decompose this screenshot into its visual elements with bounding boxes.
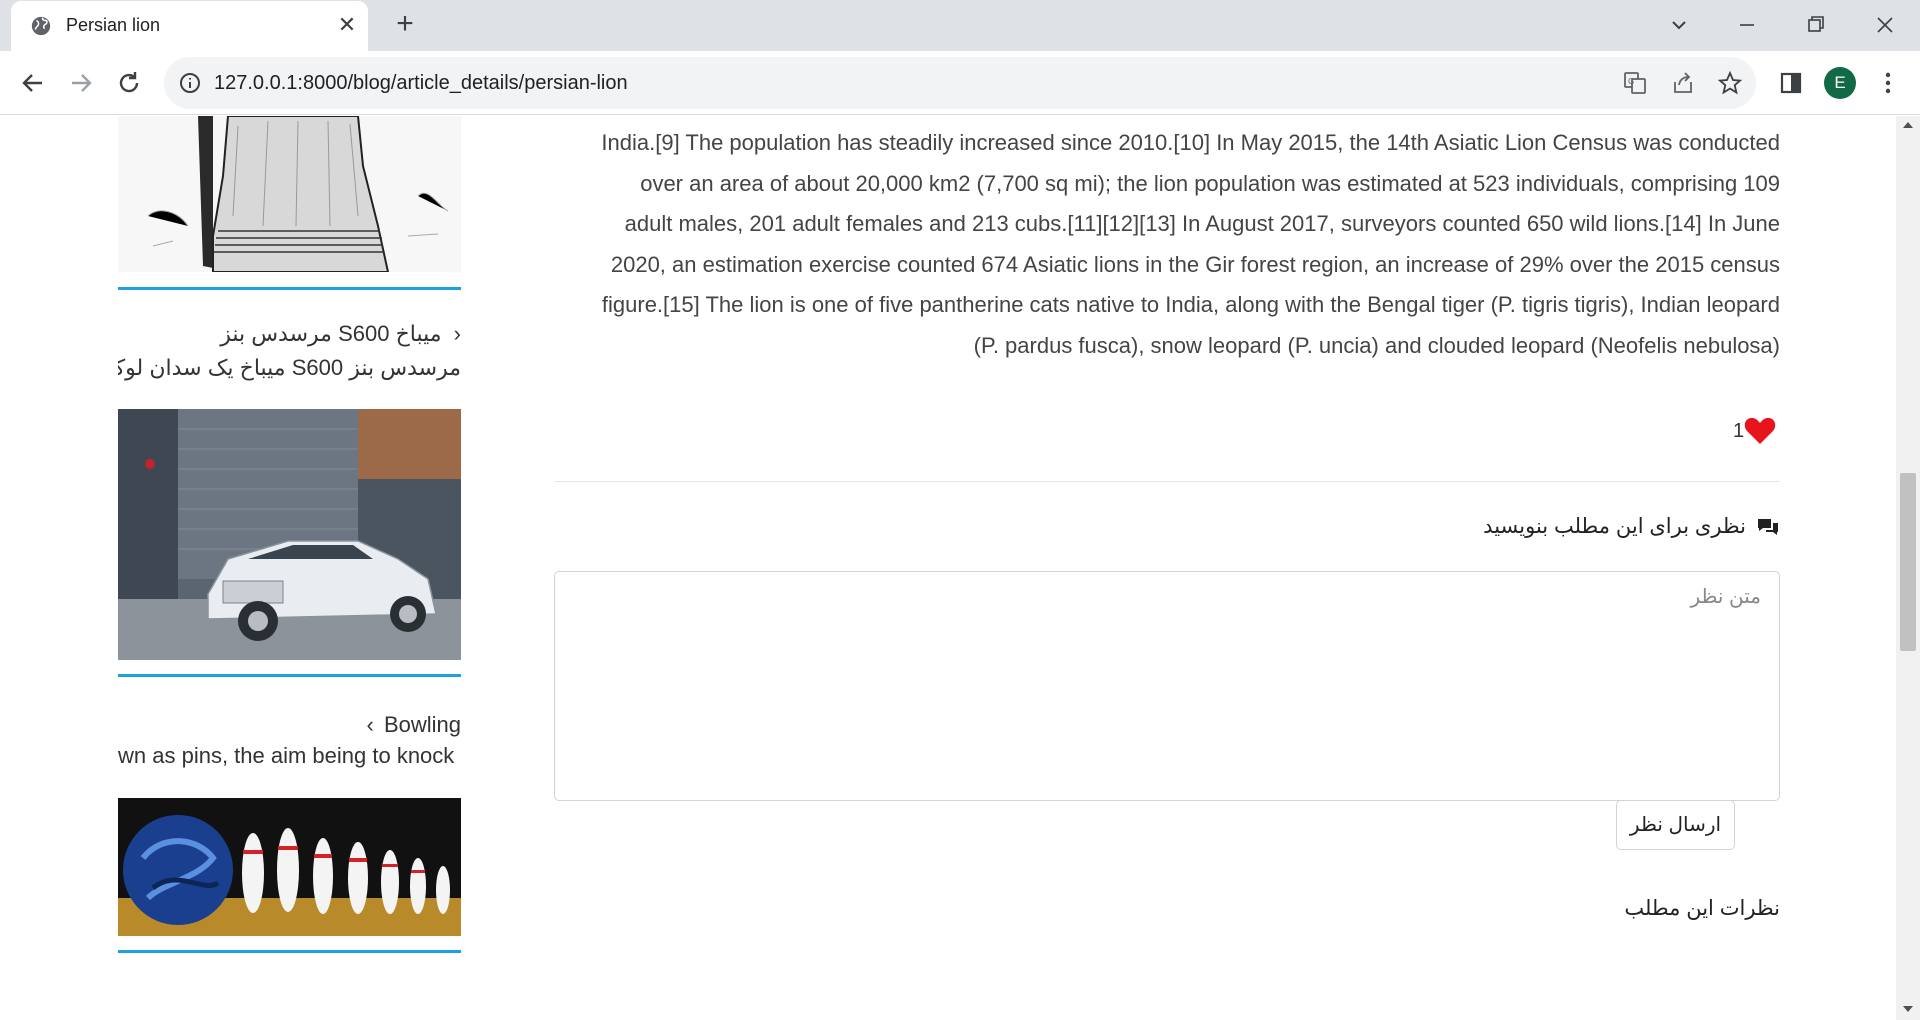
article-line: (P. pardus fusca), snow leopard (P. unci… xyxy=(973,332,1780,358)
lion-illustration-image[interactable] xyxy=(118,116,461,272)
browser-toolbar: 127.0.0.1:8000/blog/article_details/pers… xyxy=(0,51,1920,115)
close-window-icon[interactable] xyxy=(1870,10,1900,40)
section-divider xyxy=(555,481,1780,482)
profile-avatar[interactable]: E xyxy=(1824,67,1856,99)
restore-icon[interactable] xyxy=(1801,10,1831,40)
comments-icon xyxy=(1758,518,1778,535)
minimize-icon[interactable] xyxy=(1732,10,1762,40)
article-line: 2020, an estimation exercise counted 674… xyxy=(610,251,1780,277)
article-paragraph: India.[9] The population has steadily in… xyxy=(555,123,1780,366)
back-arrow-icon[interactable] xyxy=(16,66,50,100)
bookmark-star-icon[interactable] xyxy=(1717,70,1743,96)
sidebar-divider xyxy=(118,950,461,953)
close-tab-icon[interactable]: ✕ xyxy=(335,13,359,37)
mercedes-car-image[interactable] xyxy=(118,409,461,660)
address-bar[interactable]: 127.0.0.1:8000/blog/article_details/pers… xyxy=(164,57,1756,109)
sidebar-item-title-text[interactable]: مرسدس بنز S600 میباخ xyxy=(220,321,441,346)
comment-form-heading: نظری برای این مطلب بنویسید xyxy=(1483,514,1780,539)
comments-list-title: نظرات این مطلب xyxy=(1624,897,1780,920)
comment-placeholder: متن نظر xyxy=(1690,586,1761,608)
side-panel-icon[interactable] xyxy=(1777,69,1805,97)
page-viewport: مرسدس بنز S600 میباخ › مرسدس بنز S600 می… xyxy=(0,116,1920,1020)
sidebar-item-subtitle: wn as pins, the aim being to knock xyxy=(118,743,455,768)
tab-search-icon[interactable] xyxy=(1664,10,1694,40)
scrollbar-thumb[interactable] xyxy=(1900,473,1916,651)
svg-text:G: G xyxy=(1628,77,1634,86)
article-line: over an area of about 20,000 km2 (7,700 … xyxy=(640,170,1780,196)
sidebar-divider xyxy=(118,287,461,290)
sidebar-item-subtitle: مرسدس بنز S600 میباخ یک سدان لوک xyxy=(118,355,461,380)
scroll-down-arrow-icon[interactable] xyxy=(1903,1006,1913,1012)
menu-kebab-icon[interactable] xyxy=(1874,69,1902,97)
browser-tab[interactable]: Persian lion ✕ xyxy=(11,1,368,51)
heart-icon[interactable] xyxy=(1744,417,1776,445)
chevron-right-icon: › xyxy=(453,321,461,346)
url-text[interactable]: 127.0.0.1:8000/blog/article_details/pers… xyxy=(214,72,628,95)
like-button[interactable]: 1 xyxy=(1733,416,1776,446)
scroll-up-arrow-icon[interactable] xyxy=(1903,122,1913,128)
share-icon[interactable] xyxy=(1670,70,1696,96)
sidebar-item-title[interactable]: ‹ Bowling xyxy=(118,712,462,738)
comment-textarea[interactable]: متن نظر xyxy=(554,571,1780,801)
forward-arrow-icon[interactable] xyxy=(64,66,98,100)
bowling-image[interactable] xyxy=(118,798,461,936)
comment-heading-text: نظری برای این مطلب بنویسید xyxy=(1483,515,1746,538)
article-line: figure.[15] The lion is one of five pant… xyxy=(601,292,1780,317)
tab-strip: Persian lion ✕ + xyxy=(0,0,1920,51)
site-info-icon[interactable] xyxy=(178,71,202,95)
submit-comment-button[interactable]: ارسال نظر xyxy=(1616,800,1735,850)
translate-icon[interactable]: G xyxy=(1622,70,1648,96)
article-line: adult males, 201 adult females and 213 c… xyxy=(624,211,1780,236)
globe-icon xyxy=(31,16,51,36)
new-tab-button[interactable]: + xyxy=(389,9,421,41)
page-scrollbar[interactable] xyxy=(1896,116,1920,1020)
like-count: 1 xyxy=(1733,419,1745,442)
sidebar-item-title[interactable]: مرسدس بنز S600 میباخ › xyxy=(118,321,461,347)
tab-title: Persian lion xyxy=(66,15,161,35)
article-line: India.[9] The population has steadily in… xyxy=(601,130,1780,155)
reload-icon[interactable] xyxy=(112,66,146,100)
chevron-left-icon: ‹ xyxy=(366,712,374,737)
sidebar-item-title-text[interactable]: Bowling xyxy=(384,712,461,737)
sidebar-divider xyxy=(118,674,461,677)
